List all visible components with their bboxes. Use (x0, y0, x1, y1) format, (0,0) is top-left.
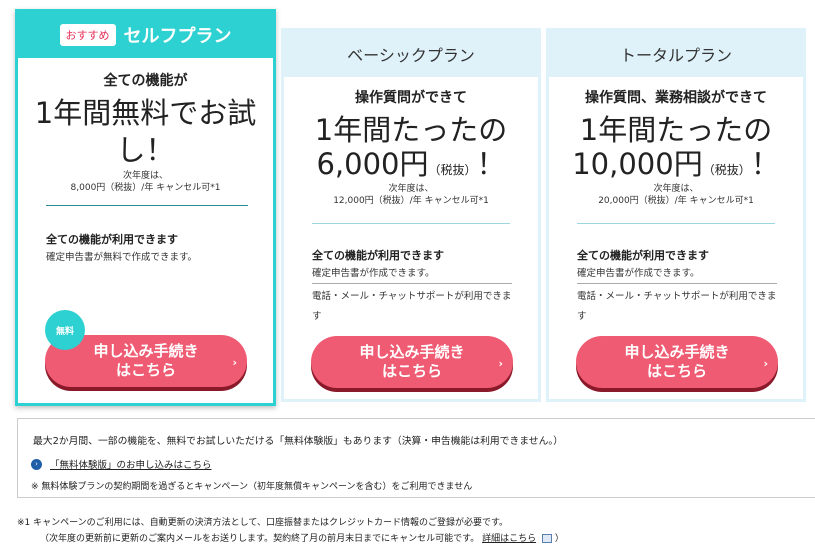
section-separator (312, 223, 510, 224)
trial-apply-link[interactable]: › 「無料体験版」のお申し込みはこちら (31, 457, 212, 471)
support-text: 電話・メール・チャットサポートが利用できます (312, 291, 512, 322)
footnote-text: （次年度の更新前に更新のご案内メールをお送りします。契約終了月の前月末日までにキ… (40, 534, 480, 544)
plan-headline-line1: 1年間たったの (579, 113, 773, 147)
cta-label-line2: はこちら (115, 361, 176, 379)
plan-card-basic: ベーシックプラン 操作質問ができて 1年間たったの 6,000円（税抜）！ 次年… (281, 28, 541, 402)
plan-name: ベーシックプラン (347, 46, 475, 65)
next-year-price: 8,000円（税抜）/年 キャンセル可*1 (70, 183, 221, 193)
section-separator (46, 205, 248, 206)
feature-title: 全ての機能が利用できます (312, 249, 444, 262)
feature-title: 全ての機能が利用できます (577, 249, 709, 262)
footnote-close: ） (554, 534, 564, 544)
apply-button-basic[interactable]: 申し込み手続き はこちら › (311, 336, 513, 388)
cta-label-line1: 申し込み手続き (624, 343, 730, 361)
plan-card-total: トータルプラン 操作質問、業務相談ができて 1年間たったの 10,000円（税抜… (546, 28, 806, 402)
plan-name: トータルプラン (619, 46, 732, 65)
tax-label: （税抜） (428, 163, 477, 177)
chevron-right-icon: › (232, 356, 237, 369)
footnote-line2: （次年度の更新前に更新のご案内メールをお送りします。契約終了月の前月末日までにキ… (40, 531, 564, 544)
exclaim: ！ (750, 147, 780, 181)
plan-headline-line1: 1年間たったの (314, 113, 508, 147)
chevron-right-icon: › (498, 357, 503, 370)
next-year-price: 12,000円（税抜）/年 キャンセル可*1 (333, 196, 489, 206)
feature-desc: 確定申告書が作成できます。 (312, 268, 435, 279)
trial-note: ※ 無料体験プランの契約期間を過ぎるとキャンペーン（初年度無償キャンペーンを含む… (31, 482, 473, 492)
apply-button-total[interactable]: 申し込み手続き はこちら › (576, 336, 778, 388)
plan-lead: 操作質問ができて (355, 90, 467, 106)
plan-card-self: おすすめ セルフプラン 全ての機能が 1年間無料でお試 し！ 次年度は、 8,0… (15, 9, 276, 406)
plan-name: セルフプラン (123, 26, 232, 47)
plan-price: 6,000円 (316, 147, 429, 181)
plan-headline-line1: 1年間無料でお試 (34, 96, 257, 130)
plan-header-basic: ベーシックプラン (284, 31, 538, 77)
tax-label: （税抜） (702, 163, 751, 177)
support-text: 電話・メール・チャットサポートが利用できます (577, 291, 777, 322)
chevron-right-icon: › (763, 357, 768, 370)
next-year-label: 次年度は、 (653, 184, 699, 194)
cta-label-line2: はこちら (646, 362, 707, 380)
exclaim: ！ (476, 147, 506, 181)
feature-title: 全ての機能が利用できます (46, 233, 178, 246)
next-year-price: 20,000円（税抜）/年 キャンセル可*1 (598, 196, 754, 206)
trial-info-box: 最大2か月間、一部の機能を、無料でお試しいただける「無料体験版」もあります（決算… (17, 418, 815, 498)
plan-price: 10,000円 (572, 147, 703, 181)
trial-link-text: 「無料体験版」のお申し込みはこちら (50, 460, 212, 471)
cta-label-line2: はこちら (381, 362, 442, 380)
recommended-badge: おすすめ (59, 24, 116, 46)
detail-link[interactable]: 詳細はこちら (482, 534, 536, 544)
divider (577, 283, 777, 284)
free-badge: 無料 (45, 310, 85, 350)
plan-header-self: おすすめ セルフプラン (18, 12, 273, 58)
plan-lead: 全ての機能が (103, 73, 188, 89)
cta-label-line1: 申し込み手続き (359, 343, 465, 361)
divider (312, 283, 512, 284)
next-year-label: 次年度は、 (388, 184, 434, 194)
plan-header-total: トータルプラン (549, 31, 803, 77)
trial-description: 最大2か月間、一部の機能を、無料でお試しいただける「無料体験版」もあります（決算… (33, 436, 564, 447)
chevron-circle-icon: › (31, 458, 42, 470)
feature-desc: 確定申告書が作成できます。 (577, 268, 700, 279)
next-year-label: 次年度は、 (122, 171, 168, 181)
plan-lead: 操作質問、業務相談ができて (585, 90, 767, 106)
footnote-line1: ※1 キャンペーンのご利用には、自動更新の決済方法として、口座振替またはクレジッ… (17, 518, 509, 528)
feature-desc: 確定申告書が無料で作成できます。 (46, 252, 198, 263)
plan-headline-line2: し！ (116, 133, 175, 167)
document-icon (541, 534, 552, 543)
section-separator (577, 223, 775, 224)
